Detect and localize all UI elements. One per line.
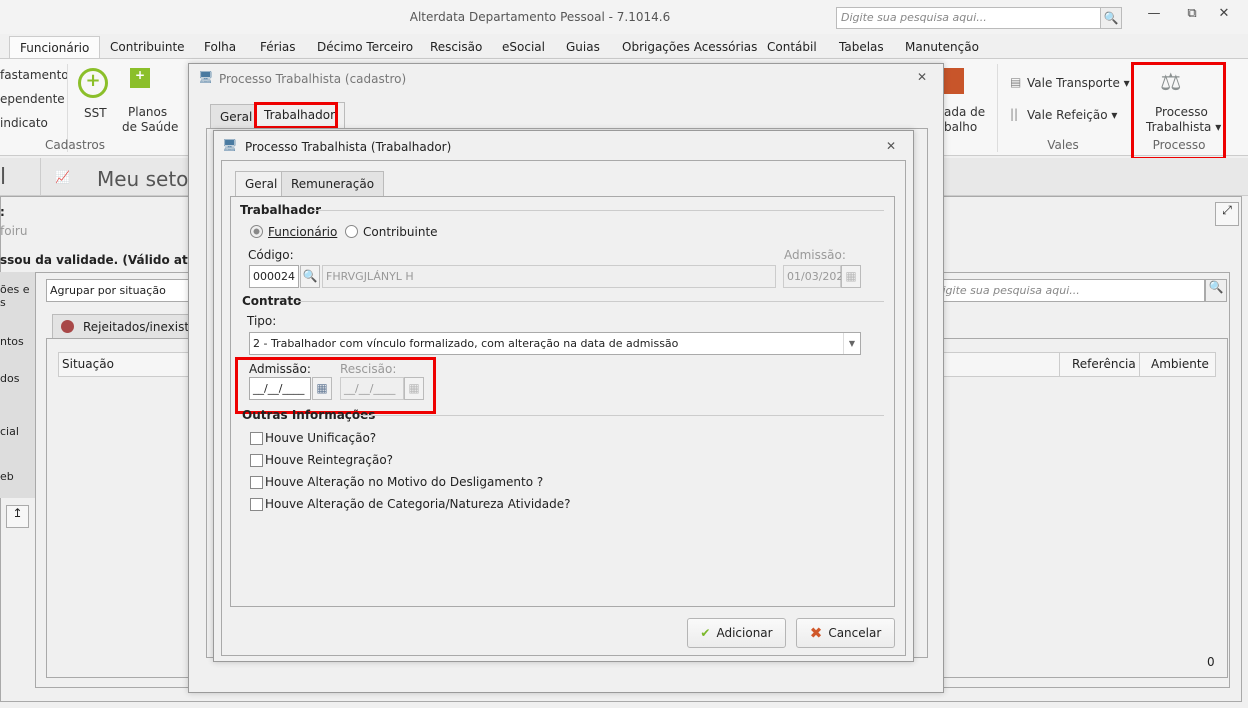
planos-saude-icon: +	[130, 68, 150, 88]
tipo-select[interactable]: 2 - Trabalhador com vínculo formalizado,…	[249, 332, 861, 355]
group-cadastros: Cadastros	[45, 138, 105, 152]
chevron-down-icon[interactable]: ▼	[843, 333, 860, 354]
menu-tab-tabelas[interactable]: Tabelas	[839, 36, 884, 59]
checkbox-categoria-label[interactable]: Houve Alteração de Categoria/Natureza At…	[265, 497, 571, 511]
calendar-icon[interactable]: ▦	[312, 377, 332, 400]
ribbon-afastamento[interactable]: fastamento	[0, 68, 69, 82]
menu-tab-obrigacoes[interactable]: Obrigações Acessórias	[622, 36, 757, 59]
cancel-button[interactable]: ✖ Cancelar	[796, 618, 895, 648]
ribbon-planos[interactable]: Planos	[128, 105, 167, 119]
checkbox-motivo-label[interactable]: Houve Alteração no Motivo do Desligament…	[265, 475, 543, 489]
ribbon-sst[interactable]: SST	[84, 106, 107, 120]
menu-tab-folha[interactable]: Folha	[204, 36, 236, 59]
nome-field: FHRVGJLÁNYL H	[322, 265, 776, 288]
ribbon-vale-transporte[interactable]: Vale Transporte ▾	[1027, 76, 1130, 90]
menu-tab-decimo[interactable]: Décimo Terceiro	[317, 36, 413, 59]
checkbox-motivo[interactable]	[250, 476, 263, 489]
menu-tab-manutencao[interactable]: Manutenção	[905, 36, 979, 59]
record-count: 0	[1207, 655, 1215, 669]
section-contrato: Contrato	[242, 294, 302, 308]
column-ambiente[interactable]: Ambiente	[1151, 357, 1209, 371]
admissao-label: Admissão:	[249, 362, 311, 376]
menu-tab-guias[interactable]: Guias	[566, 36, 600, 59]
minimize-button[interactable]: —	[1142, 6, 1166, 26]
background-value: foiru	[0, 224, 28, 238]
admissao-input[interactable]: __/__/____	[249, 377, 311, 400]
ribbon-planos-2: de Saúde	[122, 120, 179, 134]
search-icon[interactable]: 🔍	[1205, 279, 1227, 302]
highlight-trabalhador-tab	[254, 102, 338, 129]
menu-tab-funcionario[interactable]: Funcionário	[9, 36, 101, 59]
calendar-icon: ▦	[404, 377, 424, 400]
outer-dialog-title: Processo Trabalhista (cadastro)	[219, 72, 407, 86]
radio-funcionario[interactable]	[250, 225, 263, 238]
expand-icon[interactable]: ⤢	[1215, 202, 1239, 226]
calendar-icon: ▦	[841, 265, 861, 288]
close-button[interactable]: ✕	[1212, 6, 1236, 26]
checkbox-categoria[interactable]	[250, 498, 263, 511]
sst-icon: +	[78, 68, 108, 98]
bg-search-input[interactable]: Digite sua pesquisa aqui...	[930, 279, 1205, 302]
menu-tab-contribuinte[interactable]: Contribuinte	[110, 36, 185, 59]
dialog-icon: 🖥	[222, 138, 238, 152]
dialog-icon: 🖥	[198, 70, 214, 84]
outer-close-icon[interactable]: ✕	[917, 70, 927, 84]
global-search-input[interactable]: Digite sua pesquisa aqui...	[836, 7, 1122, 29]
column-referencia[interactable]: Referência	[1072, 357, 1136, 371]
radio-contribuinte[interactable]	[345, 225, 358, 238]
ribbon-jornada[interactable]: ada de	[944, 105, 985, 119]
section-trabalhador: Trabalhador	[240, 203, 322, 217]
scales-icon: ⚖	[1160, 68, 1182, 96]
checkbox-unificacao[interactable]	[250, 432, 263, 445]
restore-button[interactable]: ⧉	[1180, 6, 1204, 26]
tipo-label: Tipo:	[247, 314, 277, 328]
group-vales: Vales	[1047, 138, 1079, 152]
menu-tab-contabil[interactable]: Contábil	[767, 36, 817, 59]
x-icon: ✖	[809, 624, 823, 642]
inner-tab-remuneracao[interactable]: Remuneração	[281, 171, 385, 196]
status-dot-icon	[61, 320, 74, 333]
menu-tab-ferias[interactable]: Férias	[260, 36, 296, 59]
radio-funcionario-label[interactable]: Funcionário	[268, 225, 337, 239]
search-icon[interactable]: 🔍	[300, 265, 320, 288]
ribbon-processo-2[interactable]: Trabalhista ▾	[1146, 120, 1221, 134]
bus-icon: ▤	[1010, 75, 1022, 89]
jornada-icon	[944, 68, 964, 94]
admissao-top-label: Admissão:	[784, 248, 846, 262]
inner-tab-geral[interactable]: Geral	[235, 171, 288, 196]
column-situacao[interactable]: Situação	[62, 357, 114, 371]
search-icon[interactable]: 🔍	[1100, 7, 1122, 29]
section-outras: Outras Informações	[242, 408, 376, 422]
group-by-select[interactable]: Agrupar por situação	[46, 279, 196, 302]
checkbox-unificacao-label[interactable]: Houve Unificação?	[265, 431, 376, 445]
codigo-input[interactable]: 000024	[249, 265, 299, 288]
inner-close-icon[interactable]: ✕	[886, 139, 896, 153]
fork-knife-icon: ||	[1010, 107, 1019, 121]
add-button[interactable]: ✔ Adicionar	[687, 618, 786, 648]
chart-icon: 📈	[55, 170, 70, 184]
tab-meu-setor[interactable]: Meu setor	[97, 167, 197, 191]
ribbon-dependente[interactable]: ependente	[0, 92, 65, 106]
menu-tab-rescisao[interactable]: Rescisão	[430, 36, 482, 59]
radio-contribuinte-label[interactable]: Contribuinte	[363, 225, 438, 239]
rescisao-input: __/__/____	[340, 377, 404, 400]
ribbon-processo[interactable]: Processo	[1155, 105, 1208, 119]
ribbon-jornada-2: balho	[944, 120, 978, 134]
checkbox-reintegracao[interactable]	[250, 454, 263, 467]
ribbon-sindicato[interactable]: indicato	[0, 116, 48, 130]
check-icon: ✔	[700, 626, 711, 640]
group-processo: Processo	[1152, 138, 1206, 152]
upload-icon[interactable]: ↥	[6, 505, 29, 528]
admissao-top-field: 01/03/2021	[783, 265, 850, 288]
menu-tab-esocial[interactable]: eSocial	[502, 36, 545, 59]
ribbon-vale-refeicao[interactable]: Vale Refeição ▾	[1027, 108, 1117, 122]
tab-left[interactable]: l	[0, 165, 6, 190]
inner-dialog-title: Processo Trabalhista (Trabalhador)	[245, 140, 452, 154]
checkbox-reintegracao-label[interactable]: Houve Reintegração?	[265, 453, 393, 467]
rescisao-label: Rescisão:	[340, 362, 397, 376]
codigo-label: Código:	[248, 248, 294, 262]
